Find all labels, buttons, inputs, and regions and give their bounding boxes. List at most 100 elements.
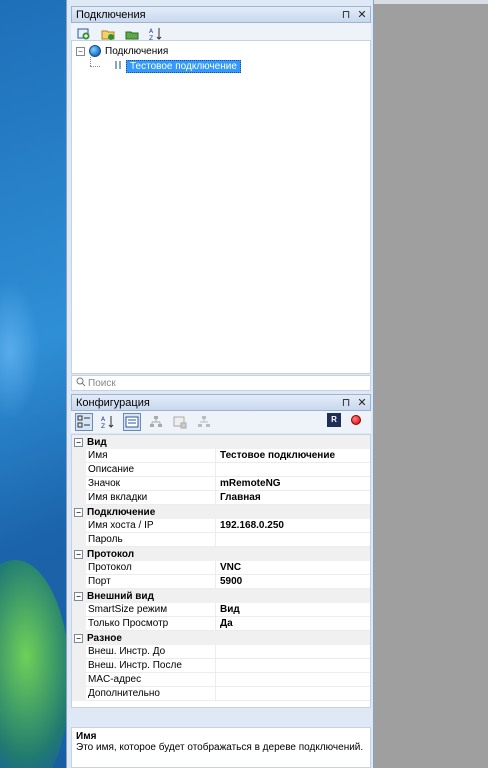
tree-line [90,66,100,67]
connections-tree: − Подключения Тестовое подключение [71,40,371,374]
property-key: Значок [86,477,216,491]
category-row[interactable]: − Подключение [72,505,370,519]
property-description: Имя Это имя, которое будет отображаться … [71,727,371,768]
category-label: Вид [87,436,107,448]
tree-child-row[interactable]: Тестовое подключение [110,59,241,73]
property-row[interactable]: Пароль [72,533,370,547]
row-gutter [72,463,86,477]
row-gutter [72,561,86,575]
default-inheritance-icon[interactable] [195,413,213,431]
collapse-icon[interactable]: − [74,591,83,601]
close-icon[interactable]: ✕ [354,8,370,21]
property-value[interactable]: 5900 [216,575,370,589]
category-row[interactable]: − Протокол [72,547,370,561]
collapse-icon[interactable]: − [74,549,83,559]
pin-icon[interactable]: ⊓ [338,8,354,21]
property-row[interactable]: Протокол VNC [72,561,370,575]
property-row[interactable]: Имя хоста / IP 192.168.0.250 [72,519,370,533]
collapse-icon[interactable]: − [76,46,85,56]
tree-child-label[interactable]: Тестовое подключение [126,59,241,73]
property-key: Дополнительно [86,687,216,701]
svg-text:Z: Z [101,423,105,429]
property-value[interactable]: Вид [216,603,370,617]
sort-az-icon[interactable]: AZ [99,413,117,431]
property-row[interactable]: Внеш. Инстр. До [72,645,370,659]
search-icon [76,377,86,390]
connections-panel-header: Подключения ⊓ ✕ [71,6,371,23]
property-value[interactable]: Главная [216,491,370,505]
row-gutter [72,449,86,463]
svg-text:A: A [101,416,106,423]
config-panel-title: Конфигурация [76,396,150,409]
property-value[interactable]: mRemoteNG [216,477,370,491]
document-area [375,4,488,768]
property-key: Внеш. Инстр. После [86,659,216,673]
property-key: MAC-адрес [86,673,216,687]
search-bar[interactable]: Поиск [71,375,371,391]
property-value[interactable] [216,687,370,701]
property-key: Только Просмотр [86,617,216,631]
row-gutter [72,491,86,505]
wallpaper-swoosh [0,560,66,768]
default-props-icon[interactable] [171,413,189,431]
desktop-background [0,0,66,768]
property-value[interactable]: VNC [216,561,370,575]
property-row[interactable]: Дополнительно [72,687,370,701]
property-row[interactable]: Порт 5900 [72,575,370,589]
config-toolbar: AZ R [71,411,371,433]
svg-text:A: A [149,28,154,35]
property-row[interactable]: Имя Тестовое подключение [72,449,370,463]
inheritance-icon[interactable] [147,413,165,431]
property-value[interactable]: 192.168.0.250 [216,519,370,533]
properties-icon[interactable] [123,413,141,431]
property-value[interactable] [216,533,370,547]
property-key: Имя хоста / IP [86,519,216,533]
row-gutter [72,617,86,631]
tree-root-row[interactable]: − Подключения [76,44,168,58]
row-gutter [72,645,86,659]
category-label: Протокол [87,548,135,560]
property-value[interactable] [216,659,370,673]
property-key: Описание [86,463,216,477]
connection-icon [113,60,123,72]
property-value[interactable] [216,463,370,477]
property-value[interactable]: Да [216,617,370,631]
search-input[interactable]: Поиск [88,378,116,389]
globe-icon [89,45,101,57]
property-row[interactable]: Описание [72,463,370,477]
property-key: Имя [86,449,216,463]
row-gutter [72,659,86,673]
app-window: Подключения ⊓ ✕ AZ − Подключения Тестово… [66,0,374,768]
config-right-icons: R [327,413,361,427]
property-value[interactable] [216,645,370,659]
categorized-icon[interactable] [75,413,93,431]
pin-icon[interactable]: ⊓ [338,396,354,409]
tree-root-label: Подключения [105,45,169,57]
property-row[interactable]: Внеш. Инстр. После [72,659,370,673]
config-panel-header: Конфигурация ⊓ ✕ [71,394,371,411]
property-row[interactable]: MAC-адрес [72,673,370,687]
property-row[interactable]: SmartSize режим Вид [72,603,370,617]
property-row[interactable]: Значок mRemoteNG [72,477,370,491]
category-label: Разное [87,632,122,644]
property-key: Внеш. Инстр. До [86,645,216,659]
record-icon[interactable] [351,415,361,425]
property-row[interactable]: Только Просмотр Да [72,617,370,631]
property-key: SmartSize режим [86,603,216,617]
category-row[interactable]: − Вид [72,435,370,449]
remote-badge-icon[interactable]: R [327,413,341,427]
collapse-icon[interactable]: − [74,633,83,643]
wallpaper-glow [0,280,40,420]
collapse-icon[interactable]: − [74,437,83,447]
description-text: Это имя, которое будет отображаться в де… [76,742,364,753]
category-row[interactable]: − Разное [72,631,370,645]
description-title: Имя [76,731,97,742]
property-value[interactable] [216,673,370,687]
property-value[interactable]: Тестовое подключение [216,449,370,463]
property-row[interactable]: Имя вкладки Главная [72,491,370,505]
category-row[interactable]: − Внешний вид [72,589,370,603]
close-icon[interactable]: ✕ [354,396,370,409]
tree-line [90,57,91,66]
collapse-icon[interactable]: − [74,507,83,517]
category-label: Подключение [87,506,156,518]
